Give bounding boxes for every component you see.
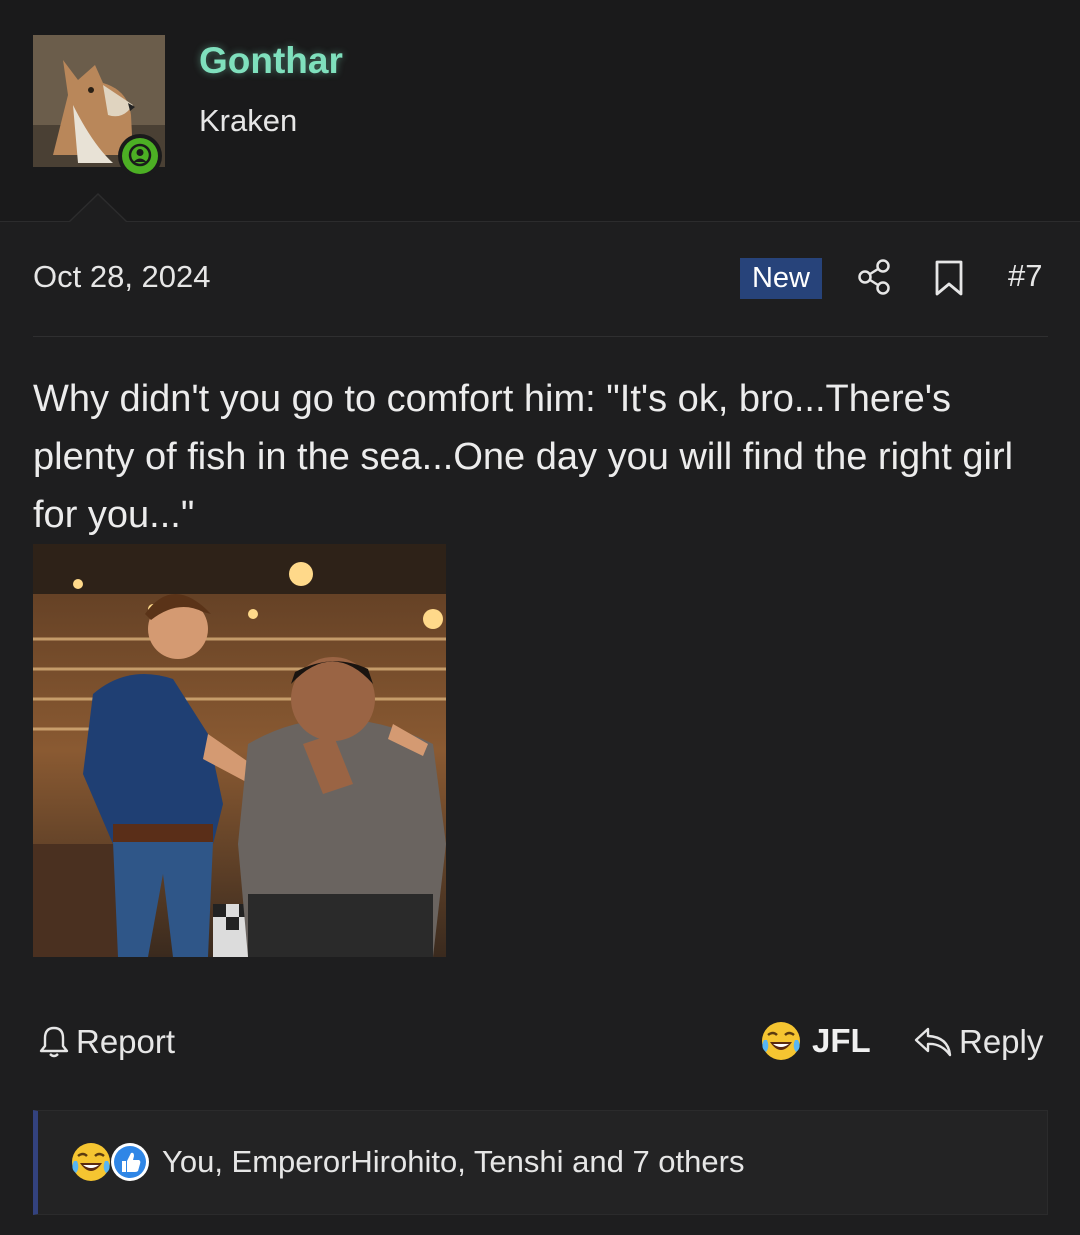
thumbs-up-icon [111, 1143, 149, 1181]
bookmark-icon[interactable] [934, 259, 964, 297]
reaction-icons-group [72, 1143, 149, 1181]
post-date[interactable]: Oct 28, 2024 [33, 259, 211, 295]
jfl-reaction-button[interactable]: JFL [760, 1018, 871, 1064]
post-message-text: Why didn't you go to comfort him: "It's … [33, 378, 1014, 536]
online-status-badge [118, 134, 162, 178]
header-pointer-inner [70, 195, 126, 222]
reply-arrow-icon [914, 1027, 952, 1057]
user-title: Kraken [199, 103, 298, 138]
reactions-summary-bar[interactable]: You, EmperorHirohito, Tenshi and 7 other… [33, 1110, 1048, 1215]
reply-button[interactable]: Reply [913, 1020, 1043, 1064]
user-online-icon [128, 143, 152, 167]
reactions-summary-text[interactable]: You, EmperorHirohito, Tenshi and 7 other… [162, 1141, 744, 1183]
laughing-crying-emoji-icon [762, 1022, 800, 1060]
share-icon[interactable] [857, 258, 893, 296]
post-divider [33, 336, 1048, 337]
post-author-header: Gonthar Kraken [0, 0, 1080, 222]
bell-icon [39, 1026, 69, 1058]
new-badge: New [740, 258, 822, 299]
username-link[interactable]: Gonthar [199, 40, 343, 82]
post-number-link[interactable]: #7 [1008, 258, 1042, 294]
report-label: Report [76, 1023, 176, 1060]
post-attached-image[interactable] [33, 544, 446, 957]
report-button[interactable]: Report [38, 1020, 175, 1064]
reply-label: Reply [959, 1023, 1044, 1060]
laughing-crying-emoji-icon [72, 1143, 110, 1181]
jfl-label: JFL [812, 1022, 871, 1059]
